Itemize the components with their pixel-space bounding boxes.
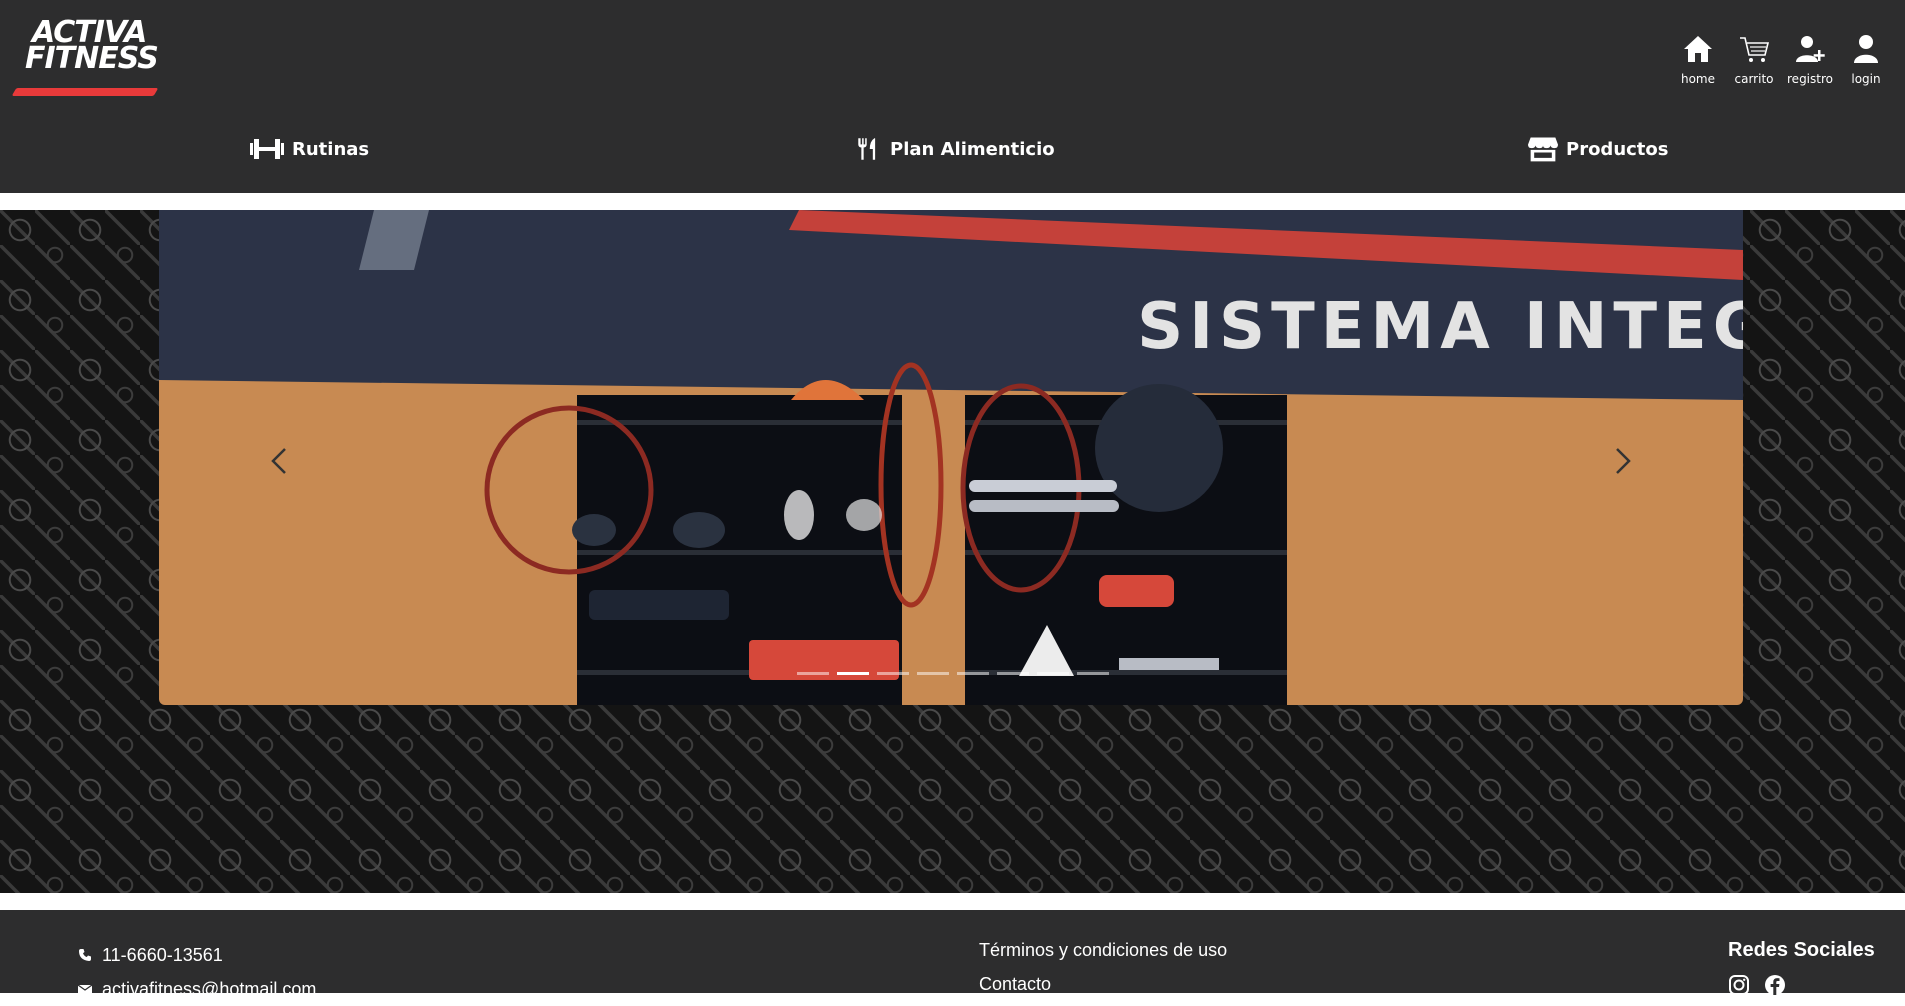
nav-cart[interactable]: carrito [1733, 33, 1775, 86]
brand-logo[interactable]: ACTIVA FITNESS [11, 18, 159, 102]
dumbbell-icon [250, 139, 284, 159]
carousel-indicator[interactable] [957, 672, 989, 675]
carousel-next-arrow[interactable] [1607, 441, 1637, 481]
hero-carousel[interactable]: SISTEMA INTEGRAL [159, 210, 1743, 705]
nav-rutinas-label: Rutinas [292, 138, 370, 160]
footer-phone: 11-6660-13561 [78, 938, 316, 972]
nav-login[interactable]: login [1845, 33, 1887, 86]
nav-register-label: registro [1787, 72, 1833, 86]
nav-plan-label: Plan Alimenticio [890, 138, 1055, 160]
carousel-indicator[interactable] [997, 672, 1029, 675]
nav-cart-label: carrito [1734, 72, 1774, 86]
brand-accent-bar [11, 88, 159, 96]
brand-line2: FITNESS [25, 41, 159, 76]
carousel-indicator[interactable] [1077, 672, 1109, 675]
footer-link-contact[interactable]: Contacto [979, 972, 1227, 1006]
carousel-slide-image: SISTEMA INTEGRAL [159, 210, 1743, 705]
carousel-indicator[interactable] [837, 672, 869, 675]
user-icon [1854, 35, 1878, 63]
carousel-prev-arrow[interactable] [265, 441, 295, 481]
carousel-indicators [797, 672, 1109, 675]
cart-icon [1740, 37, 1770, 62]
footer-contact: 11-6660-13561 activafitness@hotmail.com [78, 938, 316, 1006]
nav-plan-alimenticio[interactable]: Plan Alimenticio [856, 135, 1055, 163]
footer-social: Redes Sociales [1728, 938, 1875, 996]
slide-caption: SISTEMA INTEGRAL [1137, 290, 1743, 364]
nav-productos-label: Productos [1566, 138, 1669, 160]
store-icon [1528, 137, 1558, 162]
carousel-indicator[interactable] [877, 672, 909, 675]
nav-register[interactable]: registro [1787, 33, 1833, 86]
carousel-indicator[interactable] [1037, 672, 1069, 675]
nav-rutinas[interactable]: Rutinas [250, 135, 369, 163]
user-plus-icon [1796, 36, 1825, 62]
user-nav: home carrito registro login [1677, 33, 1887, 86]
footer-phone-text: 11-6660-13561 [102, 944, 223, 965]
footer-email-text: activafitness@hotmail.com [102, 978, 317, 999]
site-footer: 11-6660-13561 activafitness@hotmail.com … [0, 910, 1905, 999]
footer-links: Términos y condiciones de uso Contacto [979, 938, 1227, 1006]
nav-home-label: home [1680, 72, 1716, 86]
footer-email[interactable]: activafitness@hotmail.com [78, 972, 316, 1006]
hero-section: SISTEMA INTEGRAL [0, 210, 1905, 893]
footer-link-terms[interactable]: Términos y condiciones de uso [979, 938, 1227, 972]
envelope-icon [78, 984, 92, 994]
carousel-indicator[interactable] [917, 672, 949, 675]
main-nav: Rutinas Plan Alimenticio Productos [0, 135, 1905, 171]
footer-social-title: Redes Sociales [1728, 939, 1875, 961]
phone-icon [79, 949, 91, 961]
carousel-indicator[interactable] [797, 672, 829, 675]
utensils-icon [858, 138, 876, 160]
nav-login-label: login [1851, 72, 1881, 86]
site-header: ACTIVA FITNESS home carrito registro log… [0, 0, 1905, 193]
nav-productos[interactable]: Productos [1528, 135, 1669, 163]
home-icon [1684, 36, 1712, 62]
nav-home[interactable]: home [1677, 33, 1719, 86]
